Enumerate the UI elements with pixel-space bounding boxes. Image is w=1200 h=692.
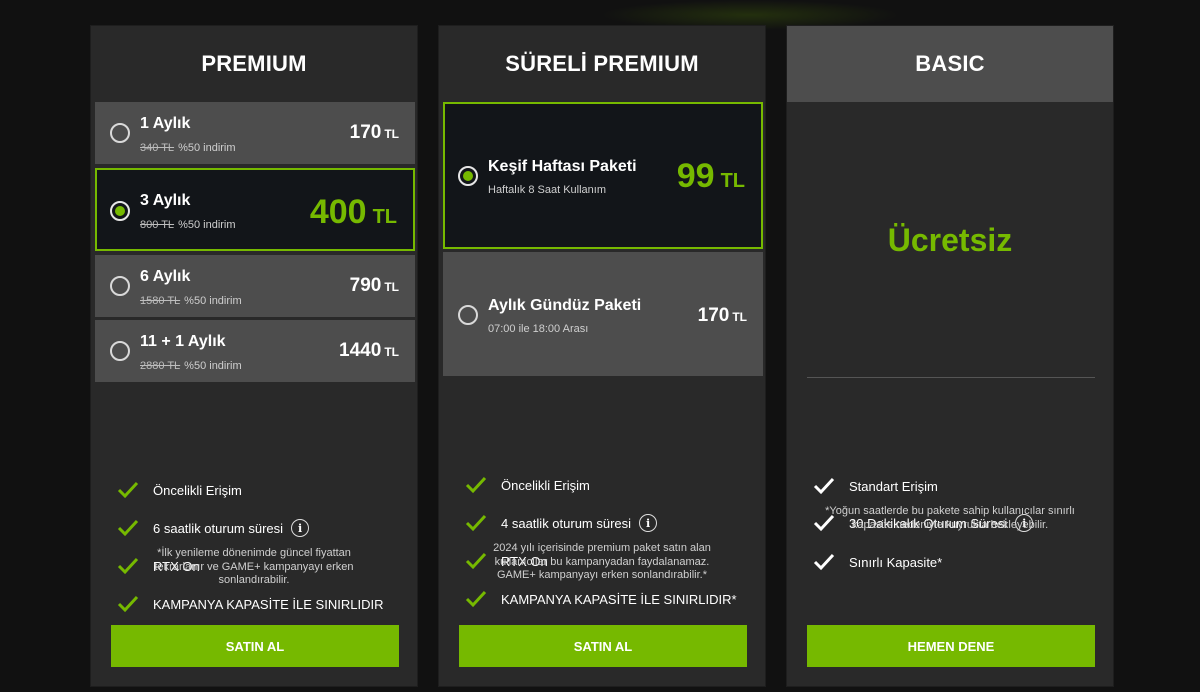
footnote-line: tekrarlanır ve GAME+ kampanyayı erken bbox=[154, 560, 354, 573]
feature-label: Öncelikli Erişim bbox=[501, 477, 590, 493]
option-price: 170 TL bbox=[349, 122, 399, 143]
radio-button[interactable] bbox=[110, 123, 130, 143]
radio-button[interactable] bbox=[110, 341, 130, 361]
option-subtitle: Haftalık 8 Saat Kullanım bbox=[488, 184, 607, 196]
option-name: 3 Aylık bbox=[140, 192, 191, 209]
footnote-line: kullanıcılar bu kampanyadan faydalanamaz… bbox=[494, 555, 710, 568]
footnote-line: kapasite nedeniyle kuyrukta bekleyebilir… bbox=[851, 518, 1049, 531]
option-name: 1 Aylık bbox=[140, 115, 191, 132]
radio-button-selected[interactable] bbox=[110, 201, 130, 221]
old-price: 800 TL bbox=[140, 219, 175, 231]
plan-title: PREMIUM bbox=[201, 51, 307, 76]
option-3-aylik[interactable]: 3 Aylık 800 TL %50 indirim 400 TL bbox=[95, 168, 415, 251]
feature-label: KAMPANYA KAPASİTE İLE SINIRLIDIR bbox=[153, 596, 384, 612]
plan-title: SÜRELİ PREMIUM bbox=[505, 51, 699, 76]
info-icon[interactable]: i bbox=[639, 514, 658, 532]
feature-item: KAMPANYA KAPASİTE İLE SINIRLIDIR* bbox=[465, 588, 737, 610]
discount-text: %50 indirim bbox=[178, 219, 236, 231]
basic-plan-card: BASIC Ücretsiz Standart Erişim 30 Dakika… bbox=[786, 25, 1114, 687]
option-6-aylik[interactable]: 6 Aylık 1580 TL %50 indirim 790 TL bbox=[95, 255, 415, 317]
radio-button[interactable] bbox=[110, 276, 130, 296]
option-price: 99 TL bbox=[676, 157, 745, 195]
option-name: 6 Aylık bbox=[140, 268, 191, 285]
feature-label: KAMPANYA KAPASİTE İLE SINIRLIDIR* bbox=[501, 591, 737, 607]
option-aylik-gunduz[interactable]: Aylık Gündüz Paketi 07:00 ile 18:00 Aras… bbox=[443, 252, 763, 376]
feature-label: Sınırlı Kapasite* bbox=[849, 554, 943, 570]
footnote: *Yoğun saatlerde bu pakete sahip kullanı… bbox=[787, 505, 1113, 532]
discount-text: %50 indirim bbox=[184, 295, 242, 307]
footnote-line: *Yoğun saatlerde bu pakete sahip kullanı… bbox=[825, 505, 1075, 517]
old-price: 1580 TL bbox=[140, 295, 181, 307]
sureli-premium-plan-card: SÜRELİ PREMIUM Keşif Haftası Paketi Haft… bbox=[438, 25, 766, 687]
footnote-line: *İlk yenileme dönenimde güncel fiyattan bbox=[157, 547, 351, 559]
plan-title: BASIC bbox=[787, 26, 1113, 102]
option-discount-line: 1580 TL %50 indirim bbox=[140, 295, 242, 307]
premium-plan-card: PREMIUM 1 Aylık 340 TL %50 indirim 170 TL … bbox=[90, 25, 418, 687]
feature-item: KAMPANYA KAPASİTE İLE SINIRLIDIR bbox=[117, 593, 383, 615]
check-icon bbox=[813, 553, 835, 571]
feature-item: Öncelikli Erişim bbox=[117, 479, 242, 501]
feature-label: 6 saatlik oturum süresi bbox=[153, 520, 284, 536]
option-11-1-aylik[interactable]: 11 + 1 Aylık 2880 TL %50 indirim 1440 TL bbox=[95, 320, 415, 382]
option-discount-line: 2880 TL %50 indirim bbox=[140, 360, 242, 372]
feature-item: Sınırlı Kapasite* bbox=[813, 551, 942, 573]
option-subtitle: 07:00 ile 18:00 Arası bbox=[488, 323, 589, 335]
buy-button[interactable]: SATIN AL bbox=[459, 625, 747, 667]
discount-text: %50 indirim bbox=[178, 142, 236, 154]
old-price: 2880 TL bbox=[140, 360, 181, 372]
option-price: 170 TL bbox=[697, 305, 747, 326]
check-icon bbox=[465, 590, 487, 608]
free-price-label: Ücretsiz bbox=[887, 222, 1013, 258]
option-1-aylik[interactable]: 1 Aylık 340 TL %50 indirim 170 TL bbox=[95, 102, 415, 164]
feature-label: Öncelikli Erişim bbox=[153, 482, 242, 498]
option-name: Keşif Haftası Paketi bbox=[488, 158, 637, 175]
footnote: 2024 yılı içerisinde premium paket satın… bbox=[439, 542, 765, 583]
feature-label: 4 saatlik oturum süresi bbox=[501, 515, 632, 531]
buy-button[interactable]: SATIN AL bbox=[111, 625, 399, 667]
option-name: 11 + 1 Aylık bbox=[140, 333, 226, 350]
option-discount-line: 340 TL %50 indirim bbox=[140, 142, 236, 154]
feature-item: Öncelikli Erişim bbox=[465, 474, 590, 496]
footnote: *İlk yenileme dönenimde güncel fiyattan … bbox=[91, 547, 417, 588]
discount-text: %50 indirim bbox=[184, 360, 242, 372]
feature-item: 4 saatlik oturum süresi i bbox=[465, 512, 658, 534]
check-icon bbox=[813, 477, 835, 495]
check-icon bbox=[117, 595, 139, 613]
option-price: 1440 TL bbox=[339, 340, 399, 361]
option-name: Aylık Gündüz Paketi bbox=[488, 297, 642, 314]
option-price: 400 TL bbox=[309, 193, 397, 231]
radio-button-selected[interactable] bbox=[458, 166, 478, 186]
radio-button[interactable] bbox=[458, 305, 478, 325]
feature-label: Standart Erişim bbox=[849, 478, 938, 494]
info-icon[interactable]: i bbox=[291, 519, 310, 537]
feature-item: Standart Erişim bbox=[813, 475, 938, 497]
option-discount-line: 800 TL %50 indirim bbox=[140, 219, 236, 231]
check-icon bbox=[117, 481, 139, 499]
footnote-line: GAME+ kampanyayı erken sonlandırabilir.* bbox=[496, 569, 708, 581]
divider bbox=[807, 377, 1095, 378]
option-kesif-haftasi[interactable]: Keşif Haftası Paketi Haftalık 8 Saat Kul… bbox=[443, 102, 763, 249]
footnote-line: sonlandırabilir. bbox=[218, 574, 290, 586]
check-icon bbox=[117, 519, 139, 537]
footnote-line: 2024 yılı içerisinde premium paket satın… bbox=[493, 542, 711, 554]
check-icon bbox=[465, 514, 487, 532]
check-icon bbox=[465, 476, 487, 494]
old-price: 340 TL bbox=[140, 142, 175, 154]
feature-item: 6 saatlik oturum süresi i bbox=[117, 517, 310, 539]
option-price: 790 TL bbox=[349, 275, 399, 296]
try-now-button[interactable]: HEMEN DENE bbox=[807, 625, 1095, 667]
